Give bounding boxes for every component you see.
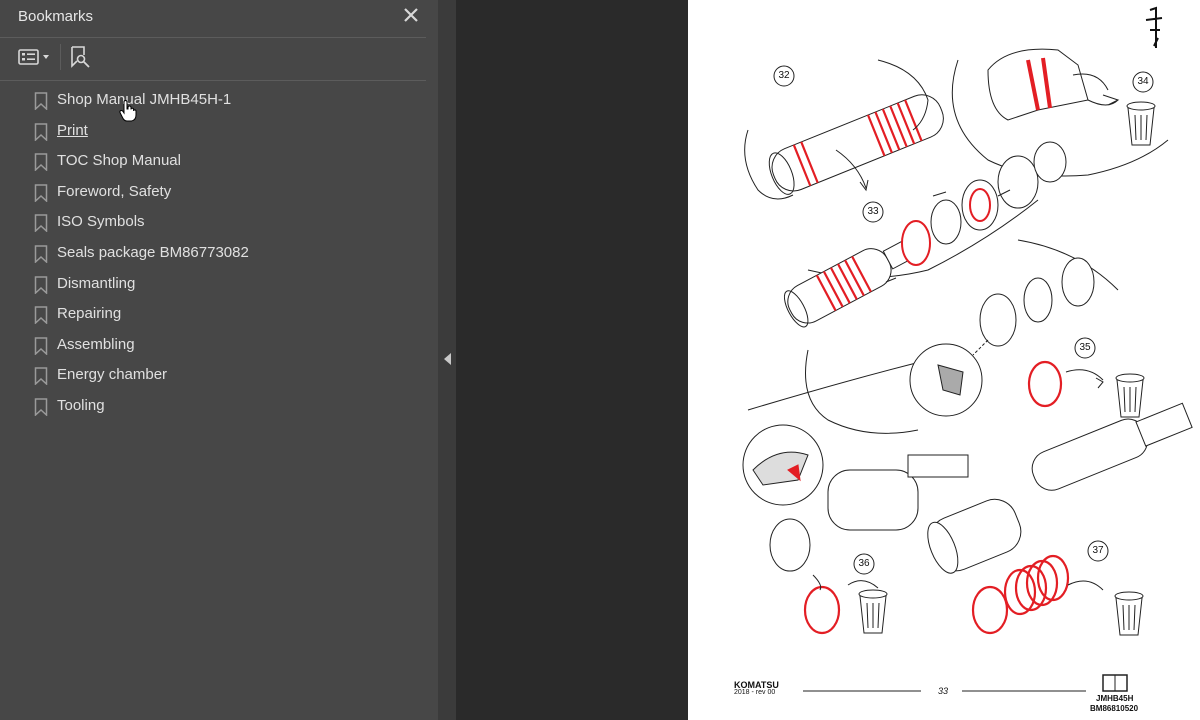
bookmarks-panel: Bookmarks Shop Manual JMHB45H-1 Print TOC … bbox=[0, 0, 438, 720]
bookmark-label: Shop Manual JMHB45H-1 bbox=[57, 91, 232, 108]
bookmark-icon bbox=[34, 122, 48, 141]
footer-doc-code: BM86810520 bbox=[1090, 704, 1139, 713]
find-bookmark-icon bbox=[71, 46, 90, 68]
find-bookmark-button[interactable] bbox=[68, 44, 92, 70]
bookmark-item[interactable]: Seals package BM86773082 bbox=[0, 238, 426, 269]
bookmark-label: Seals package BM86773082 bbox=[57, 243, 249, 261]
footer-date: 2018 - rev 00 bbox=[734, 689, 776, 696]
bookmark-item[interactable]: Shop Manual JMHB45H-1 bbox=[0, 85, 426, 116]
close-icon bbox=[404, 8, 418, 22]
bookmark-item[interactable]: Energy chamber bbox=[0, 360, 426, 391]
exploded-view-illustration bbox=[742, 6, 1193, 692]
bookmark-label: ISO Symbols bbox=[57, 213, 145, 231]
bookmark-item[interactable]: Repairing bbox=[0, 299, 426, 330]
bookmark-label: TOC Shop Manual bbox=[57, 152, 181, 170]
panel-title: Bookmarks bbox=[18, 8, 94, 25]
bookmark-icon bbox=[34, 398, 48, 416]
callout-32: 32 bbox=[778, 70, 790, 81]
bookmark-item[interactable]: Foreword, Safety bbox=[0, 177, 426, 208]
toolbar-separator bbox=[60, 44, 61, 70]
bookmark-icon bbox=[34, 214, 48, 233]
bookmark-options-button[interactable] bbox=[18, 44, 52, 70]
bookmark-label: Assembling bbox=[57, 335, 135, 353]
bookmark-icon bbox=[34, 337, 48, 355]
toolbar-divider bbox=[0, 80, 426, 81]
panel-scroll-edge bbox=[426, 0, 438, 720]
callout-37: 37 bbox=[1092, 545, 1104, 556]
bookmark-label: Print bbox=[57, 121, 88, 139]
header-divider bbox=[0, 37, 426, 38]
callout-34: 34 bbox=[1137, 76, 1149, 87]
bookmark-item[interactable]: Dismantling bbox=[0, 269, 426, 300]
callout-33: 33 bbox=[867, 206, 879, 217]
bookmark-icon bbox=[34, 92, 48, 110]
callout-35: 35 bbox=[1079, 342, 1091, 353]
document-page: 32 33 34 35 36 37 KOMATSU 2018 - rev 00 … bbox=[688, 0, 1200, 720]
callout-36: 36 bbox=[858, 558, 870, 569]
bookmark-icon bbox=[34, 367, 48, 386]
bookmark-item[interactable]: ISO Symbols bbox=[0, 207, 426, 238]
bookmark-item[interactable]: TOC Shop Manual bbox=[0, 146, 426, 177]
bookmark-label: Dismantling bbox=[57, 274, 136, 292]
bookmark-label: Tooling bbox=[57, 396, 105, 414]
collapse-arrow-icon[interactable] bbox=[444, 353, 452, 365]
footer-page-number: 33 bbox=[938, 686, 949, 696]
close-panel-button[interactable] bbox=[402, 6, 420, 24]
bookmark-item[interactable]: Print bbox=[0, 116, 426, 147]
bookmark-icon bbox=[34, 153, 48, 172]
bookmark-list: Shop Manual JMHB45H-1 Print TOC Shop Manua… bbox=[0, 85, 426, 422]
bookmark-label: Repairing bbox=[57, 305, 122, 323]
bookmark-icon bbox=[34, 184, 48, 202]
bookmark-label: Energy chamber bbox=[57, 366, 168, 384]
bookmark-item[interactable]: Assembling bbox=[0, 330, 426, 361]
bookmark-icon bbox=[34, 306, 48, 325]
bookmark-icon bbox=[34, 245, 48, 263]
document-background bbox=[456, 0, 688, 720]
hand-cursor-icon bbox=[119, 100, 137, 122]
bookmark-label: Foreword, Safety bbox=[57, 182, 172, 200]
bookmark-options-icon bbox=[18, 49, 49, 65]
bookmark-icon bbox=[34, 275, 48, 294]
bookmark-item[interactable]: Tooling bbox=[0, 391, 426, 422]
footer-model: JMHB45H bbox=[1096, 694, 1134, 703]
